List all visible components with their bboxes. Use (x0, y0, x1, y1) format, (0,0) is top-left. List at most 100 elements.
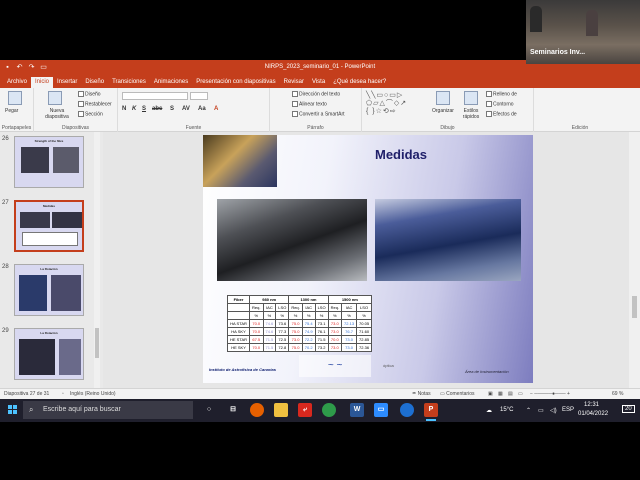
table-cell: % (262, 311, 277, 320)
word-icon[interactable]: W (350, 403, 364, 417)
font-name-combo[interactable] (122, 92, 188, 100)
task-view-icon[interactable]: ○ (202, 403, 216, 417)
tab-presentacion[interactable]: Presentación con diapositivas (192, 77, 279, 88)
zoom-level[interactable]: 69 % (612, 391, 623, 397)
spacing-button[interactable]: AV (182, 106, 190, 112)
paste-icon[interactable] (8, 91, 22, 105)
slide-photo-left[interactable] (217, 199, 367, 281)
tab-inicio[interactable]: Inicio (31, 77, 54, 88)
measurement-table[interactable]: Fiber 980 nm 1300 nm 1500 nm Req. IAC LS… (226, 295, 373, 352)
editor-scrollbar[interactable] (629, 132, 640, 388)
slide-thumbnail-26[interactable]: Strength of the fibre (14, 136, 84, 188)
table-cell: 75.4 (301, 319, 316, 328)
tab-diseno[interactable]: Diseño (81, 77, 108, 88)
arrange-button[interactable]: Organizar (432, 108, 454, 114)
language-status[interactable]: Inglés (Reino Unido) (70, 391, 116, 397)
thumb-image (59, 339, 81, 375)
new-slide-icon[interactable] (48, 91, 62, 105)
paste-button[interactable]: Pegar (5, 108, 18, 114)
new-slide-button[interactable]: Nueva diapositiva (40, 108, 74, 120)
group-label: Párrafo (307, 125, 324, 131)
sorter-view-icon[interactable]: ▦ (498, 391, 503, 397)
volume-icon[interactable]: ◁) (550, 407, 557, 414)
notes-label: Notas (417, 391, 431, 397)
weather-temp[interactable]: 15°C (500, 407, 513, 413)
italic-button[interactable]: K (132, 106, 136, 112)
comments-button[interactable]: ▭ Comentarios (440, 391, 474, 397)
browser-icon[interactable]: ⊟ (226, 403, 240, 417)
input-language[interactable]: ESP (562, 407, 574, 413)
tab-transiciones[interactable]: Transiciones (108, 77, 150, 88)
reading-view-icon[interactable]: ▤ (508, 391, 513, 397)
tab-archivo[interactable]: Archivo (3, 77, 31, 88)
slide-thumbnail-29[interactable]: La Rotación (14, 328, 84, 380)
reset-button[interactable]: Restablecer (78, 101, 112, 107)
normal-view-icon[interactable]: ▣ (488, 391, 493, 397)
table-cell: 71.5 (314, 335, 329, 344)
underline-button[interactable]: S (142, 106, 146, 112)
table-cell: 71.5 (262, 335, 277, 344)
explorer-icon[interactable] (274, 403, 288, 417)
tab-animaciones[interactable]: Animaciones (150, 77, 192, 88)
case-button[interactable]: Aa (198, 106, 206, 112)
tab-revisar[interactable]: Revisar (280, 77, 308, 88)
thumb-title: La Rotación (40, 331, 58, 335)
thumb-number: 29 (2, 328, 9, 334)
align-text-label: Alinear texto (299, 101, 327, 108)
table-cell: % (327, 311, 343, 320)
webex-icon[interactable] (400, 403, 414, 417)
chrome-icon[interactable] (322, 403, 336, 417)
align-text-button[interactable]: Alinear texto (292, 101, 327, 107)
current-slide[interactable]: Medidas Fiber 980 nm 1300 nm 1500 nm Req… (203, 135, 533, 383)
thumb-image (20, 212, 50, 228)
table-cell: 73.2 (314, 343, 329, 352)
thumbnails-scrollbar[interactable] (94, 132, 100, 388)
slide-title[interactable]: Medidas (375, 147, 427, 162)
zoom-slider[interactable]: − ─────●─── + (530, 391, 570, 397)
scrollbar-thumb[interactable] (632, 296, 637, 318)
table-cell: 67.5 (249, 335, 264, 344)
arrange-icon[interactable] (436, 91, 450, 105)
shape-outline-button[interactable]: Contorno (486, 101, 514, 107)
smartart-button[interactable]: Convertir a SmartArt (292, 111, 345, 117)
bold-button[interactable]: N (122, 106, 126, 112)
slide-thumbnail-27[interactable]: Medidas (14, 200, 84, 252)
section-button[interactable]: Sección (78, 111, 103, 117)
shape-effects-button[interactable]: Efectos de (486, 111, 517, 117)
scrollbar-thumb[interactable] (95, 328, 99, 358)
tab-insertar[interactable]: Insertar (53, 77, 81, 88)
font-color-button[interactable]: A (214, 106, 218, 112)
clock-date[interactable]: 01/04/2022 (578, 411, 608, 417)
tab-vista[interactable]: Vista (308, 77, 329, 88)
firefox-icon[interactable] (250, 403, 264, 417)
slideshow-view-icon[interactable]: ▭ (518, 391, 523, 397)
clock-time[interactable]: 12:31 (584, 402, 599, 408)
layout-button[interactable]: Diseño (78, 91, 101, 97)
tray-expand-icon[interactable]: ⌃ (526, 407, 531, 414)
powerpoint-icon[interactable]: P (424, 403, 438, 421)
strikethrough-button[interactable]: abc (152, 106, 162, 112)
quick-styles-button[interactable]: Estilos rápidos (460, 108, 482, 120)
acrobat-icon[interactable]: ⤶ (298, 403, 312, 417)
weather-icon[interactable]: ☁ (486, 407, 492, 414)
spellcheck-icon[interactable]: ▫ (62, 391, 64, 397)
taskbar-search-box[interactable]: ⌕ Escribe aquí para buscar (23, 401, 193, 419)
tell-me-search[interactable]: ¿Qué desea hacer? (329, 77, 390, 88)
notification-badge[interactable]: 20 (622, 405, 635, 413)
font-size-combo[interactable] (190, 92, 208, 100)
slide-thumbnail-28[interactable]: La Rotación (14, 264, 84, 316)
text-direction-button[interactable]: Dirección del texto (292, 91, 340, 97)
shadow-button[interactable]: S (170, 106, 174, 112)
network-icon[interactable]: ▭ (538, 407, 544, 414)
windows-start-icon[interactable] (8, 405, 18, 415)
thumb-image (51, 275, 81, 311)
notes-button[interactable]: ≐ Notas (412, 391, 431, 397)
shapes-gallery[interactable]: ╲╲▭○▭▷ ⬠▱△⌒◇↗{ }☆⟲⇨ (366, 92, 426, 116)
shape-fill-button[interactable]: Relleno de (486, 91, 517, 97)
thumb-number: 28 (2, 264, 9, 270)
slide-photo-right[interactable] (375, 199, 521, 281)
quick-styles-icon[interactable] (464, 91, 478, 105)
thumb-image (53, 147, 79, 173)
zoom-icon[interactable]: ▭ (374, 403, 388, 417)
table-cell: % (314, 311, 329, 320)
